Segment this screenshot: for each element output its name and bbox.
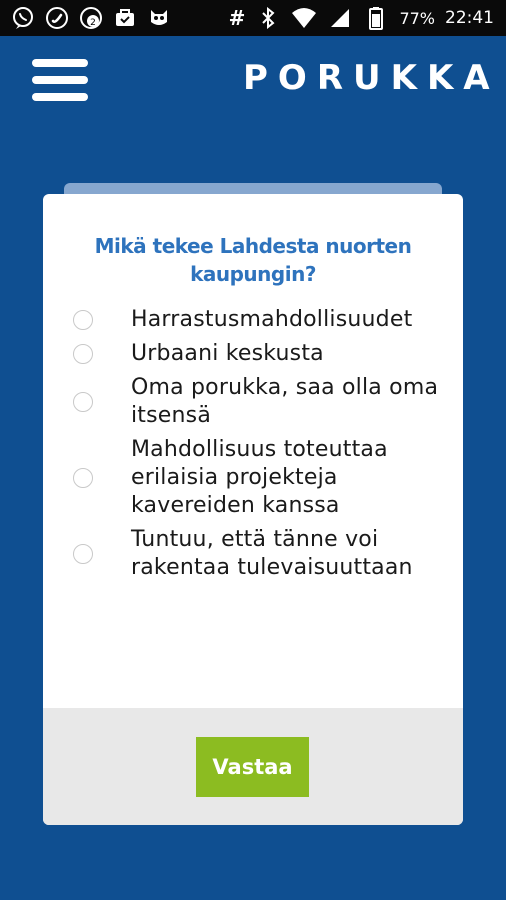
- radio-button[interactable]: [73, 468, 93, 488]
- submit-answer-button[interactable]: Vastaa: [196, 737, 309, 797]
- porukka-logo: PORUKKA: [243, 58, 499, 118]
- hash-indicator: #: [228, 6, 246, 30]
- option-label: Oma porukka, saa olla oma itsensä: [131, 375, 439, 428]
- battery-percent: 77%: [399, 8, 435, 28]
- owl-icon: [146, 5, 172, 31]
- svg-text:2: 2: [90, 18, 96, 28]
- hamburger-menu-button[interactable]: [32, 52, 96, 108]
- radio-button[interactable]: [73, 544, 93, 564]
- poll-question: Mikä tekee Lahdesta nuorten kaupungin?: [94, 234, 412, 286]
- viber-icon: [10, 5, 36, 31]
- battery-icon: [363, 5, 389, 31]
- radio-button[interactable]: [73, 344, 93, 364]
- poll-option[interactable]: Urbaani keskusta: [43, 340, 463, 368]
- poll-option[interactable]: Tuntuu, että tänne voi rakentaa tulevais…: [43, 526, 463, 582]
- system-status: # 77% 22:41: [229, 4, 494, 32]
- poll-option[interactable]: Mahdollisuus toteuttaa erilaisia projekt…: [43, 436, 463, 520]
- option-label: Tuntuu, että tänne voi rakentaa tulevais…: [131, 527, 413, 580]
- logo-text: PORUKKA: [243, 58, 500, 98]
- radio-button[interactable]: [73, 392, 93, 412]
- briefcase-icon: [112, 5, 138, 31]
- poll-option[interactable]: Oma porukka, saa olla oma itsensä: [43, 374, 463, 430]
- option-label: Harrastusmahdollisuudet: [131, 307, 413, 332]
- poll-options: Harrastusmahdollisuudet Urbaani keskusta…: [43, 306, 463, 582]
- radio-button[interactable]: [73, 310, 93, 330]
- option-label: Mahdollisuus toteuttaa erilaisia projekt…: [131, 437, 388, 518]
- bluetooth-icon: [255, 5, 281, 31]
- poll-option[interactable]: Harrastusmahdollisuudet: [43, 306, 463, 334]
- poll-card: Mikä tekee Lahdesta nuorten kaupungin? H…: [43, 194, 463, 825]
- option-label: Urbaani keskusta: [131, 341, 324, 366]
- card-footer: Vastaa: [43, 708, 463, 825]
- clock: 22:41: [445, 8, 494, 28]
- wifi-icon: [291, 5, 317, 31]
- status-bar: 2 # 77% 22:41: [0, 0, 506, 36]
- cell-signal-icon: [327, 5, 353, 31]
- notification-icons: 2: [10, 4, 172, 32]
- phone-call-icon: [44, 5, 70, 31]
- chat-badge-icon: 2: [78, 5, 104, 31]
- menu-icon: [32, 59, 88, 67]
